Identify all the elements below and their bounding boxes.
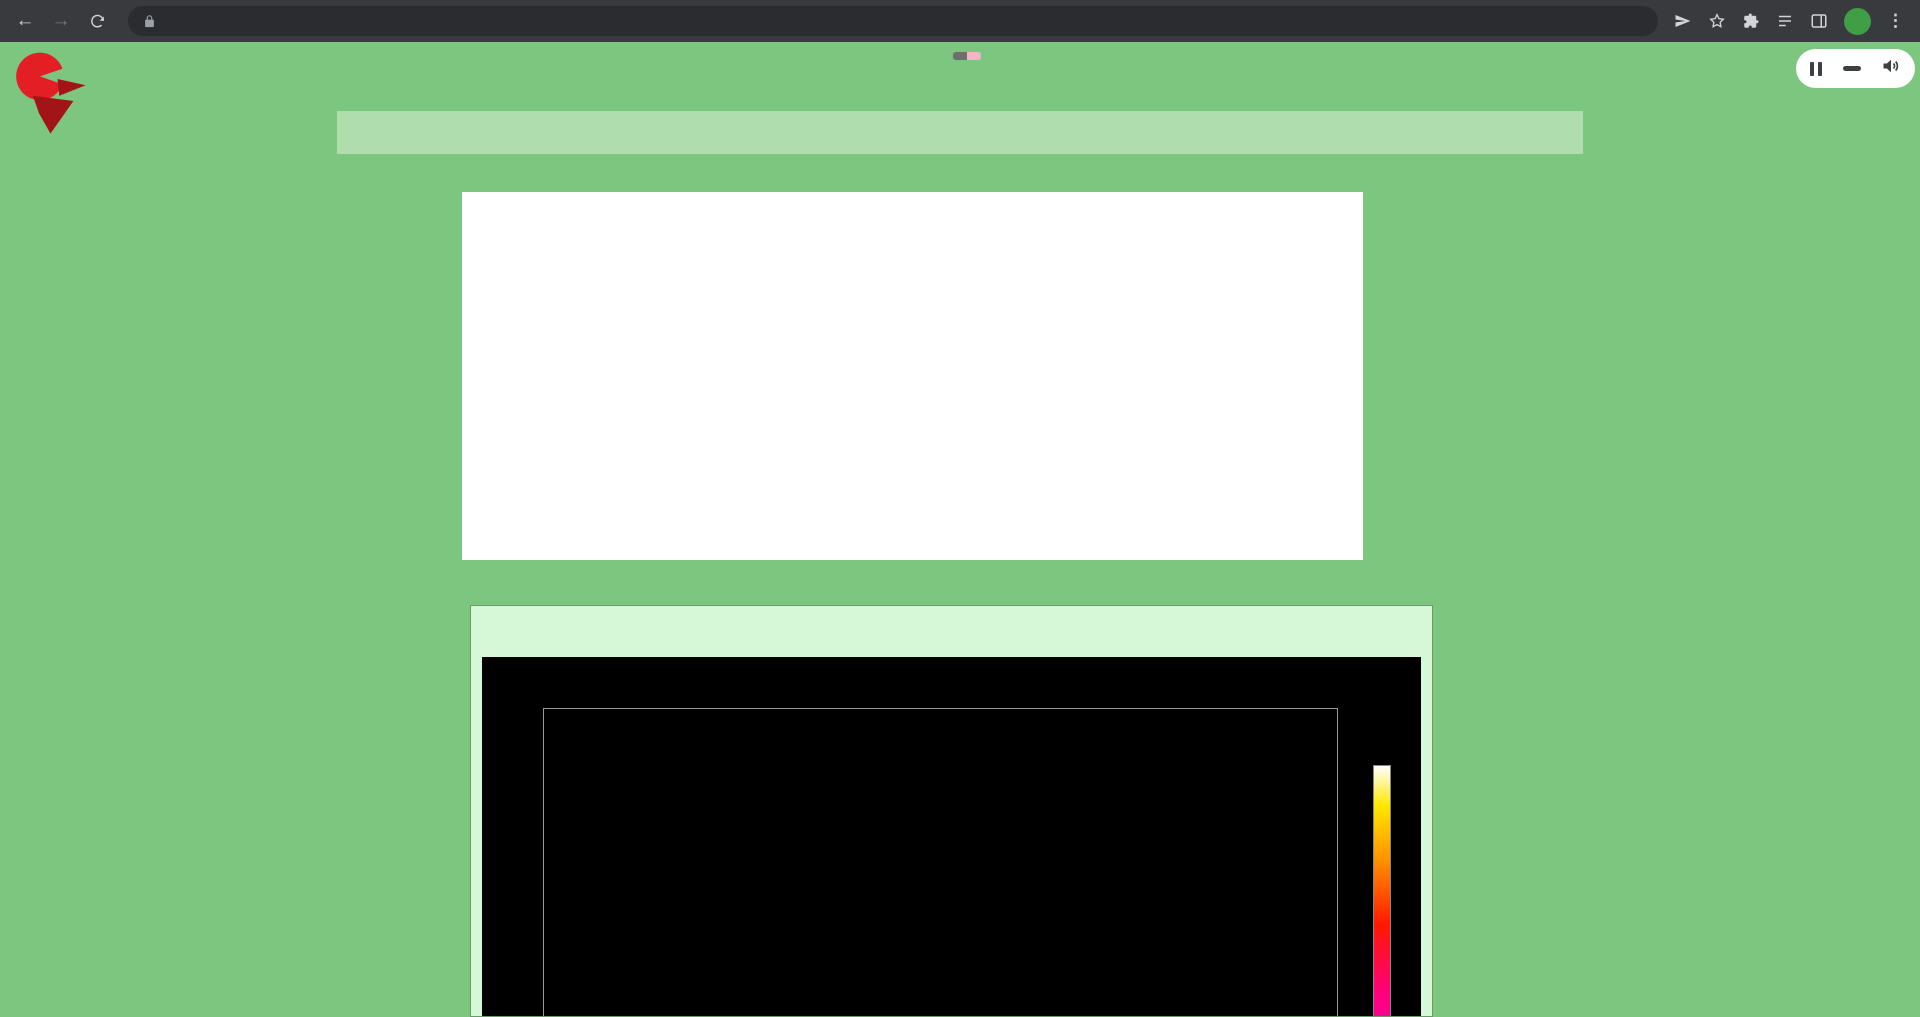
profile-avatar[interactable] [1844,8,1871,35]
version-badge [953,52,981,60]
spectrogram [482,657,1421,1017]
spectrogram-colorbar [1373,765,1391,1017]
send-icon[interactable] [1674,12,1692,30]
pause-button[interactable] [1810,62,1822,76]
birdnet-logo [10,48,98,140]
version-label [953,52,967,60]
volume-slider[interactable] [1843,66,1861,71]
address-bar[interactable] [128,6,1658,36]
page-header [0,52,1920,60]
reading-list-icon[interactable] [1776,12,1794,30]
side-panel-icon[interactable] [1810,12,1828,30]
reload-button[interactable] [82,6,112,36]
spectrogram-image [543,708,1338,1017]
audio-player[interactable] [1796,49,1915,88]
lock-icon [142,14,157,29]
browser-toolbar: ← → ⋮ [0,0,1920,42]
detection-title-line [471,606,1432,633]
top10-chart [462,192,1363,560]
speaker-icon[interactable] [1881,56,1901,81]
detection-panel [470,605,1433,1017]
version-value [967,52,981,60]
bookmark-star-icon[interactable] [1708,12,1726,30]
menu-icon[interactable]: ⋮ [1887,11,1904,31]
back-button[interactable]: ← [10,6,40,36]
reload-icon [89,13,106,30]
extensions-icon[interactable] [1742,12,1760,30]
page [0,42,1920,1017]
nav-bar [337,111,1583,154]
forward-button[interactable]: → [46,6,76,36]
bird-icon [10,48,98,140]
